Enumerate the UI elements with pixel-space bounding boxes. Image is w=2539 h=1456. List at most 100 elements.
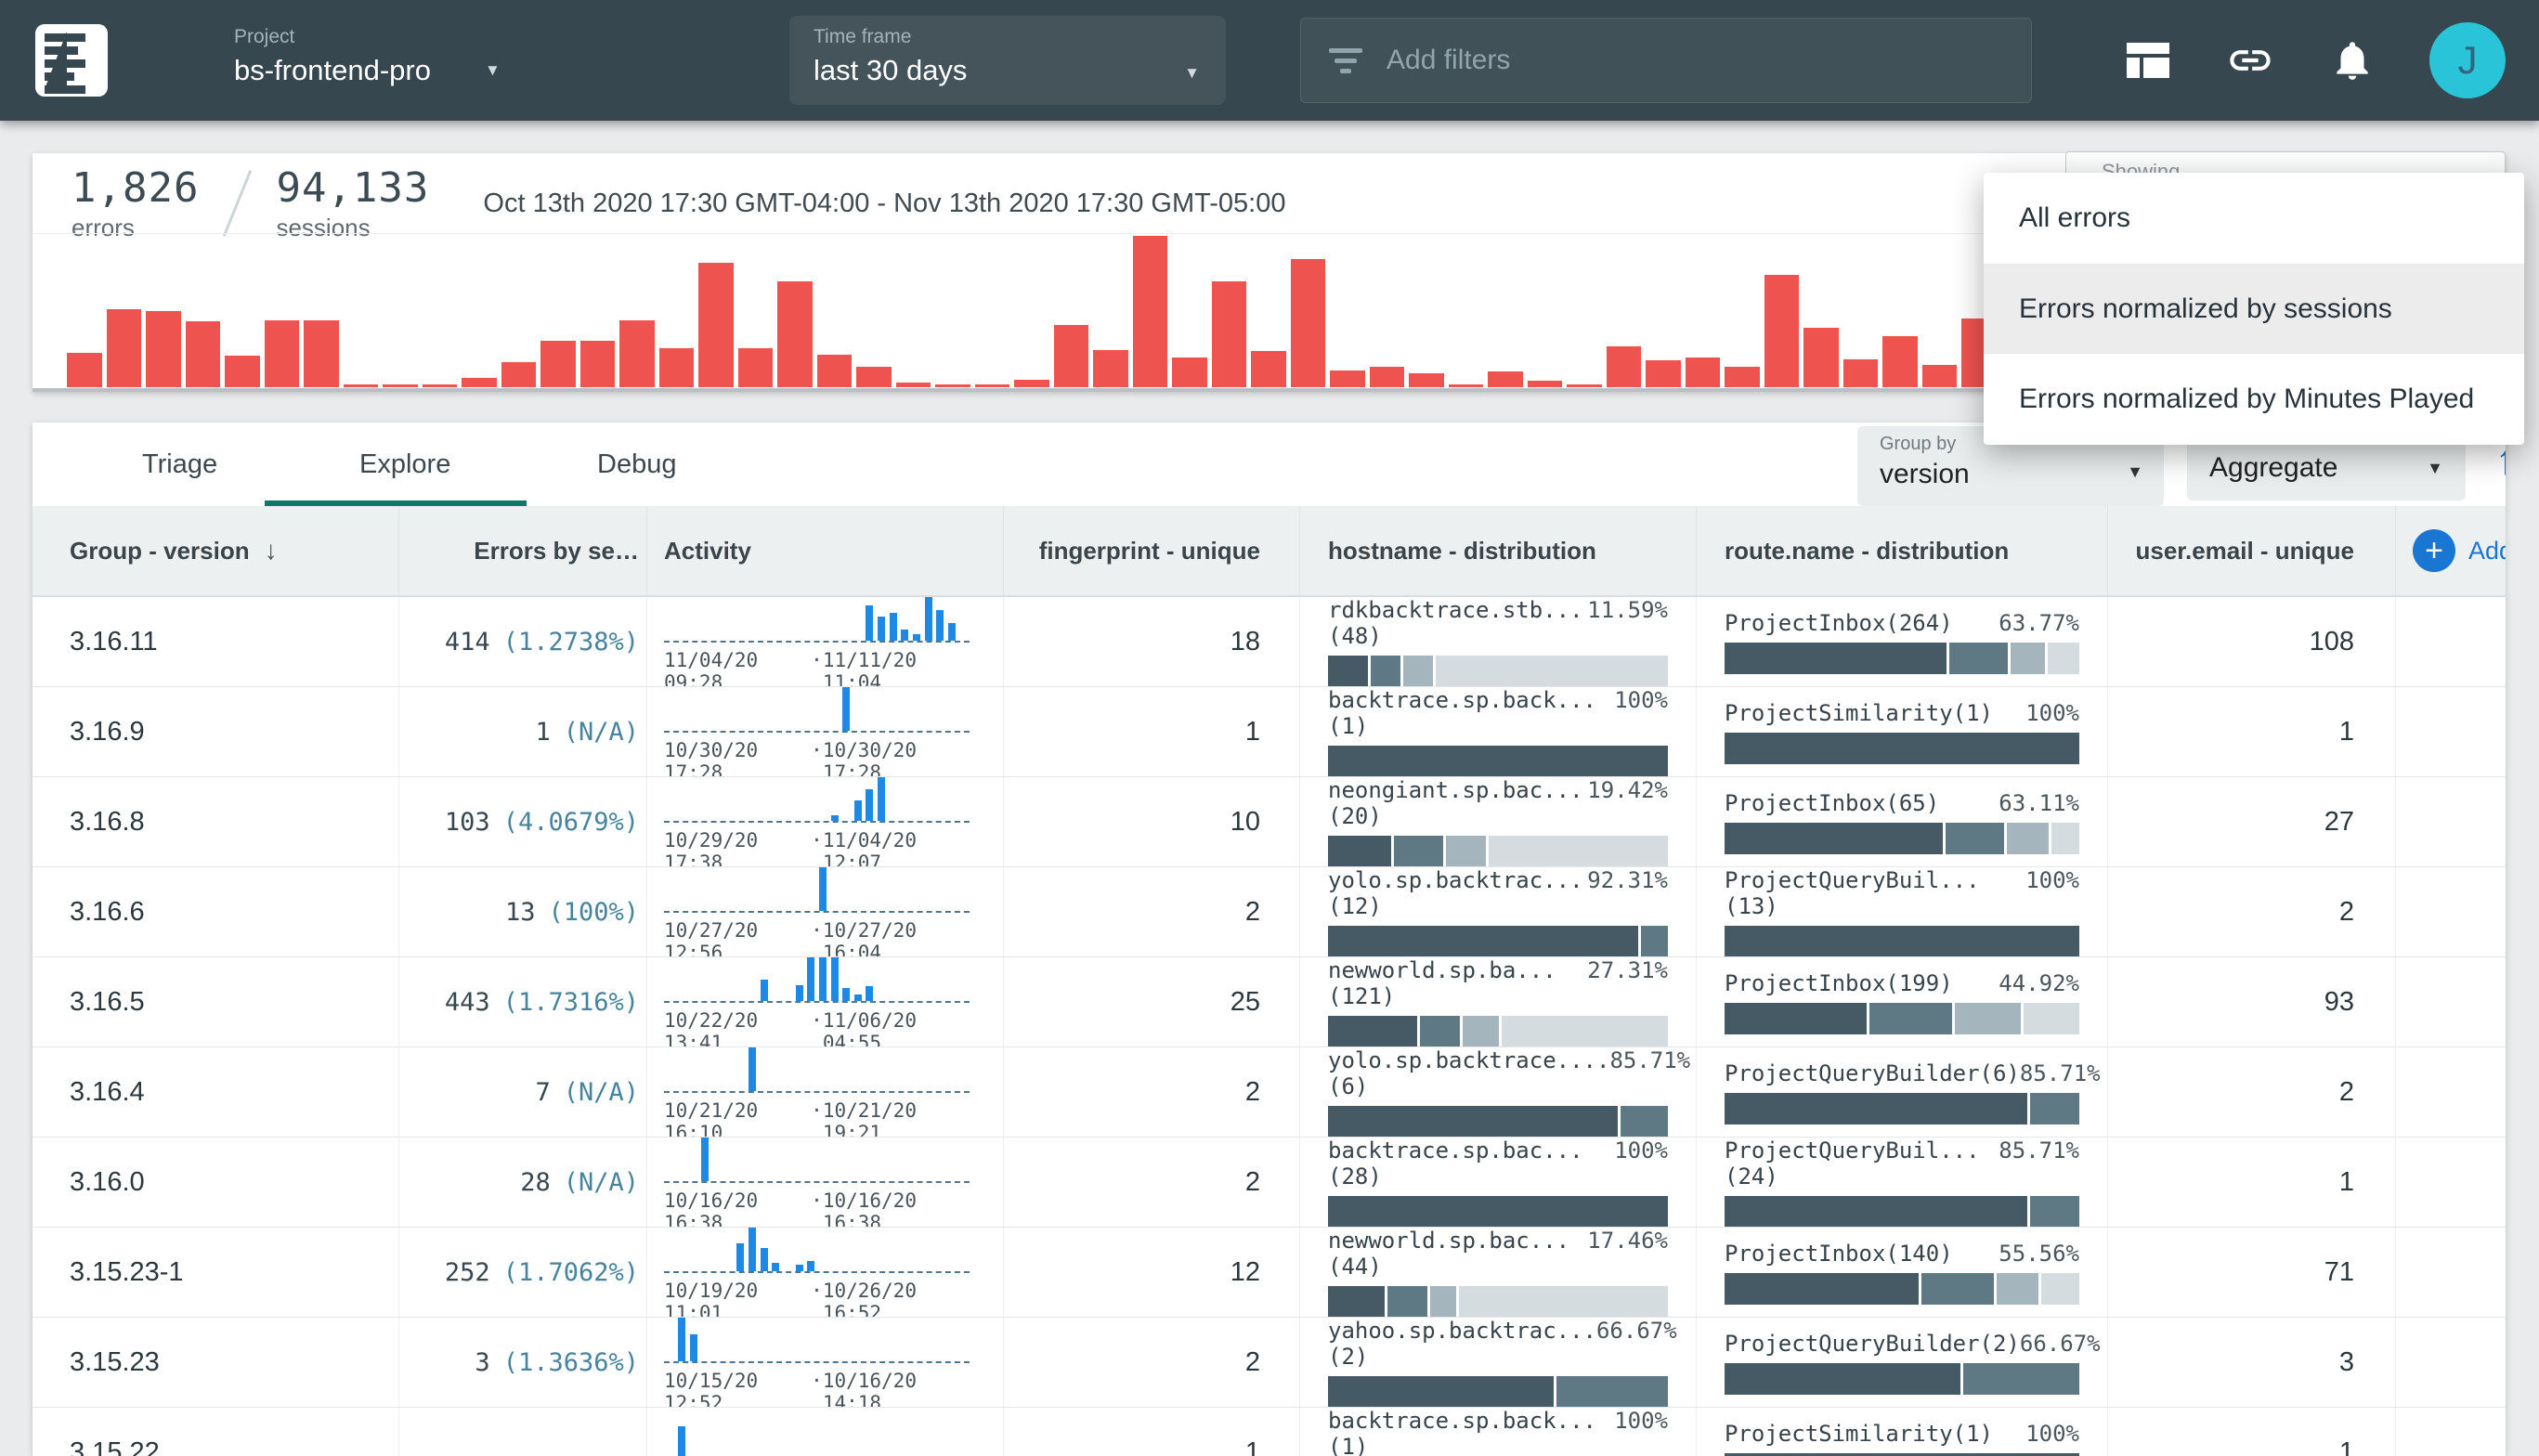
error-bar[interactable] <box>817 355 853 387</box>
table-row[interactable]: 3.16.613(100%)10/27/20 12:56·10/27/20 16… <box>33 867 2506 957</box>
error-bar[interactable] <box>935 384 970 387</box>
sparkline-slot <box>805 1261 817 1271</box>
error-bar[interactable] <box>1882 336 1918 387</box>
error-bar[interactable] <box>698 263 734 387</box>
chevron-down-icon: ▼ <box>1184 64 1200 83</box>
distribution-labels: backtrace.sp.back...(1)100% <box>1328 687 1668 739</box>
column-header-email[interactable]: user.email - unique <box>2108 506 2396 595</box>
error-bar[interactable] <box>1172 358 1207 387</box>
error-bar[interactable] <box>1291 259 1326 387</box>
error-bar[interactable] <box>146 311 181 387</box>
timeframe-select[interactable]: Time frame last 30 days ▼ <box>789 16 1226 105</box>
column-header-version[interactable]: Group - version ↓ <box>33 506 399 595</box>
error-bar[interactable] <box>225 356 260 387</box>
table-row[interactable]: 3.16.11414(1.2738%)11/04/20 09:28·11/11/… <box>33 597 2506 687</box>
error-bar[interactable] <box>1409 373 1444 387</box>
tab-debug[interactable]: Debug <box>597 422 676 506</box>
table-row[interactable]: 3.16.028(N/A)10/16/20 16:38·10/16/20 16:… <box>33 1138 2506 1228</box>
error-bar[interactable] <box>1686 358 1721 387</box>
error-bar[interactable] <box>896 383 931 387</box>
error-bar[interactable] <box>619 320 655 387</box>
tab-triage[interactable]: Triage <box>142 422 217 506</box>
distribution-bar <box>1725 823 2079 854</box>
table-row[interactable]: 3.15.233(1.3636%)10/15/20 12:52·10/16/20… <box>33 1318 2506 1408</box>
add-filters-input[interactable]: Add filters <box>1300 18 2032 103</box>
distribution-labels: ProjectSimilarity(1)100% <box>1725 1421 2079 1447</box>
error-bar[interactable] <box>107 309 142 387</box>
error-bar[interactable] <box>383 384 418 387</box>
tab-explore[interactable]: Explore <box>359 422 450 506</box>
menu-item[interactable]: Errors normalized by Minutes Played <box>1984 354 2524 445</box>
sparkline-slot <box>758 980 770 1001</box>
errors-count: 1,826 <box>72 164 199 212</box>
error-bar[interactable] <box>1133 236 1168 387</box>
error-bar[interactable] <box>1764 275 1800 387</box>
add-column-button[interactable]: + Add <box>2396 529 2506 572</box>
email-cell: 93 <box>2108 957 2396 1046</box>
error-bar[interactable] <box>1528 381 1563 387</box>
errors-percent-value: (N/A) <box>564 718 639 747</box>
table-row[interactable]: 3.15.221backtrace.sp.back...(1)100%Proje… <box>33 1408 2506 1456</box>
menu-item[interactable]: All errors <box>1984 173 2524 264</box>
column-header-fingerprint[interactable]: fingerprint - unique <box>1004 506 1300 595</box>
version-cell: 3.15.23 <box>33 1318 399 1407</box>
error-bar[interactable] <box>1330 370 1365 387</box>
dashboard-layout-button[interactable] <box>2123 35 2173 85</box>
error-bar[interactable] <box>975 384 1010 387</box>
column-header-hostname[interactable]: hostname - distribution <box>1300 506 1697 595</box>
error-bar[interactable] <box>580 341 616 387</box>
error-bar[interactable] <box>1014 380 1049 387</box>
error-bar[interactable] <box>777 281 813 387</box>
fingerprint-cell: 2 <box>1004 1138 1300 1227</box>
column-header-route[interactable]: route.name - distribution <box>1697 506 2108 595</box>
error-bar[interactable] <box>856 367 892 387</box>
error-bar[interactable] <box>1488 371 1523 387</box>
error-bar[interactable] <box>1646 360 1681 387</box>
distribution-labels: newworld.sp.ba...(121)27.31% <box>1328 957 1668 1009</box>
column-header-errors[interactable]: Errors by se… <box>399 506 647 595</box>
project-select[interactable]: Project bs-frontend-pro ▼ <box>234 26 501 87</box>
table-row[interactable]: 3.16.8103(4.0679%)10/29/20 17:38·11/04/2… <box>33 777 2506 867</box>
table-row[interactable]: 3.15.23-1252(1.7062%)10/19/20 11:01·10/2… <box>33 1228 2506 1318</box>
error-bar[interactable] <box>540 341 576 387</box>
error-bar[interactable] <box>265 320 300 387</box>
error-bar[interactable] <box>1251 351 1286 387</box>
error-bar[interactable] <box>1212 281 1247 387</box>
table-row[interactable]: 3.16.47(N/A)10/21/20 16:10·10/21/20 19:2… <box>33 1047 2506 1138</box>
error-bar[interactable] <box>1370 367 1405 387</box>
error-bar[interactable] <box>738 348 774 387</box>
error-bar[interactable] <box>1607 346 1642 387</box>
error-bar[interactable] <box>1922 365 1958 387</box>
error-bar[interactable] <box>1567 384 1602 387</box>
notifications-button[interactable] <box>2327 35 2377 85</box>
error-bar[interactable] <box>1843 359 1879 387</box>
activity-dates: 10/22/20 13:41·11/06/20 04:55 <box>664 1009 970 1047</box>
error-bar[interactable] <box>1093 350 1128 387</box>
error-bar[interactable] <box>1725 367 1760 387</box>
activity-start-date: 10/16/20 16:38 <box>664 1190 811 1228</box>
error-bar[interactable] <box>304 320 339 387</box>
error-bar[interactable] <box>67 353 102 387</box>
distribution-name: ProjectQueryBuilder(2) <box>1725 1331 2020 1357</box>
error-bar[interactable] <box>186 321 221 387</box>
error-bar[interactable] <box>659 348 695 387</box>
error-bar[interactable] <box>1803 328 1839 387</box>
error-bar[interactable] <box>462 378 497 387</box>
error-bar[interactable] <box>1054 325 1089 387</box>
column-header-activity[interactable]: Activity <box>647 506 1004 595</box>
menu-item[interactable]: Errors normalized by sessions <box>1984 264 2524 355</box>
table-row[interactable]: 3.16.91(N/A)10/30/20 17:28·10/30/20 17:2… <box>33 687 2506 777</box>
add-column-spacer-cell <box>2396 1047 2506 1137</box>
activity-cell: 10/19/20 11:01·10/26/20 16:52 <box>647 1228 1004 1317</box>
table-row[interactable]: 3.16.5443(1.7316%)10/22/20 13:41·11/06/2… <box>33 957 2506 1047</box>
error-bar[interactable] <box>423 384 458 387</box>
aggregate-select[interactable]: Aggregate ▼ <box>2187 436 2466 500</box>
backtrace-logo[interactable] <box>35 24 108 97</box>
distribution-segment <box>1921 1273 1994 1305</box>
error-bar[interactable] <box>501 362 537 387</box>
user-avatar[interactable]: J <box>2429 22 2506 98</box>
error-bar[interactable] <box>1449 384 1484 387</box>
error-bar[interactable] <box>344 384 379 387</box>
share-link-button[interactable] <box>2225 35 2275 85</box>
route-distribution-cell: ProjectQueryBuil...(13)100% <box>1697 867 2108 956</box>
